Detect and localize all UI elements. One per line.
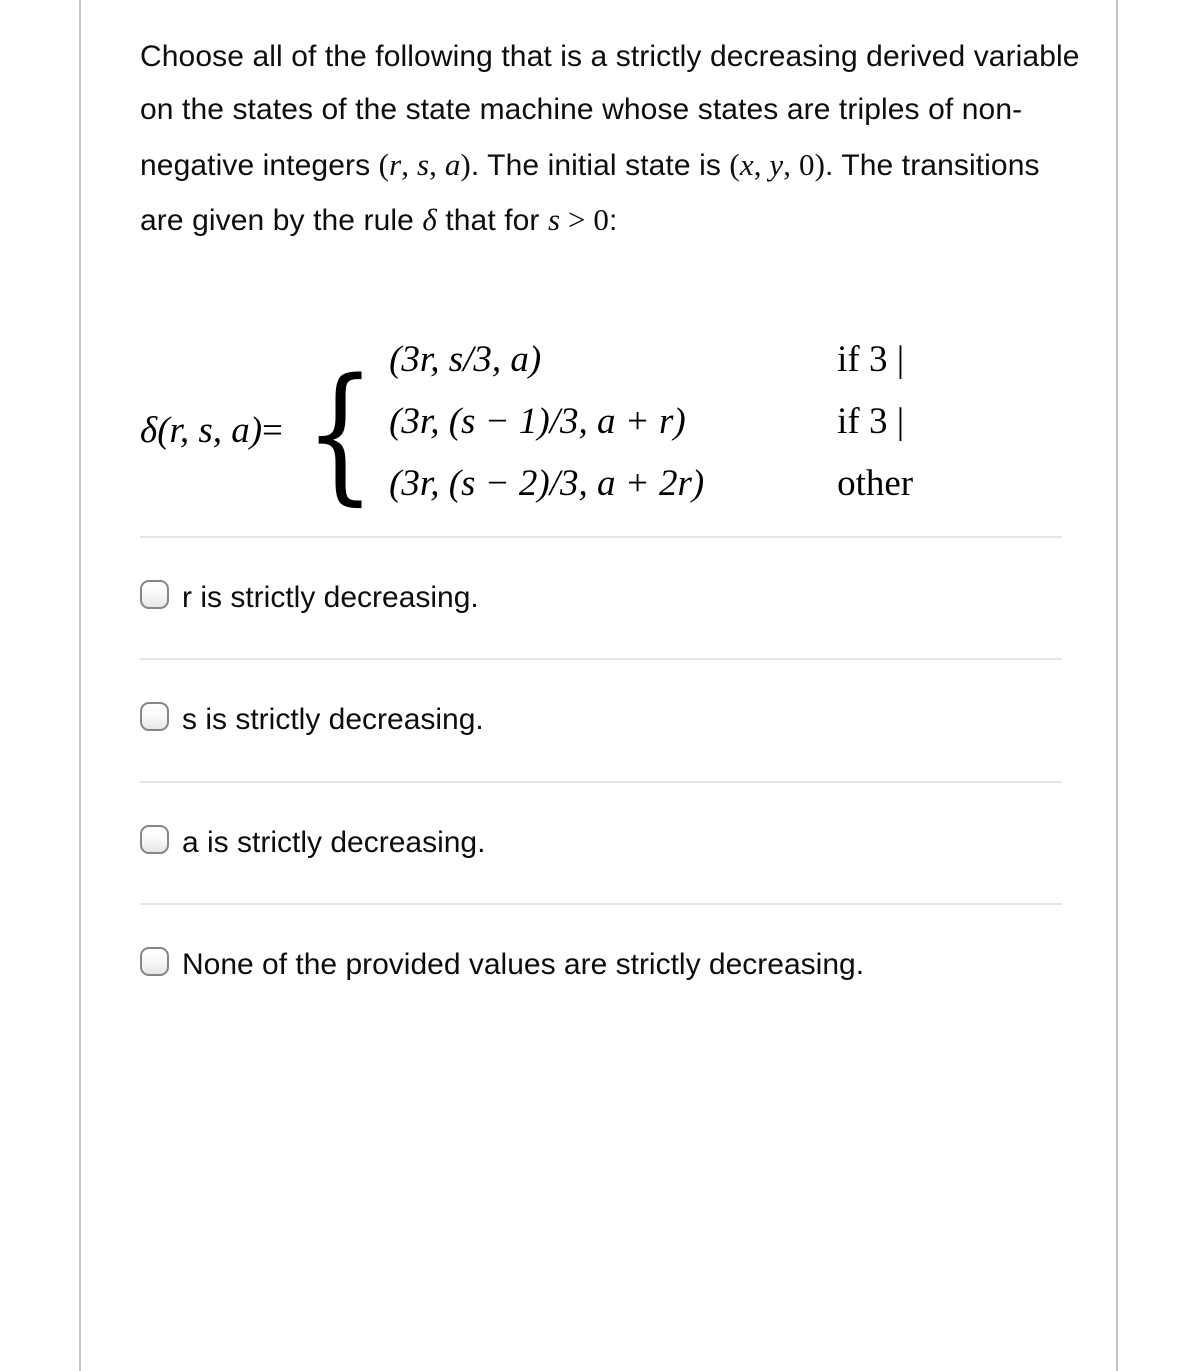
stem-comma-2: , xyxy=(429,146,445,182)
formula-case-condition: other xyxy=(837,462,914,504)
formula-case-row: (3r, (s − 1)/3, a + r) if 3 | xyxy=(389,400,913,462)
formula-case-row: (3r, s/3, a) if 3 | xyxy=(389,338,913,400)
stem-paren-close-1: ) xyxy=(460,146,471,182)
stem-comma-3: , xyxy=(753,146,770,182)
formula-delta-expression: δ(r, s, a) xyxy=(140,410,263,452)
formula-case-condition: if 3 | xyxy=(837,400,905,442)
stem-paren-open-2: ( xyxy=(729,146,740,182)
formula-cases: (3r, s/3, a) if 3 | (3r, (s − 1)/3, a + … xyxy=(389,338,913,524)
stem-text-part-4: that for xyxy=(436,204,548,238)
option-label-none: None of the provided values are strictly… xyxy=(182,948,865,982)
radio-button-icon[interactable] xyxy=(140,579,169,609)
radio-button-icon[interactable] xyxy=(140,824,169,854)
option-row-none[interactable]: None of the provided values are strictly… xyxy=(140,905,1100,1026)
option-label-s: s is strictly decreasing. xyxy=(182,703,484,737)
stem-num-zero-1: 0 xyxy=(798,146,815,182)
question-content: Choose all of the following that is a st… xyxy=(140,0,1100,1026)
stem-text-part-2: . The initial state is xyxy=(470,148,730,182)
option-label-a: a is strictly decreasing. xyxy=(182,825,486,859)
answer-options-list: r is strictly decreasing. s is strictly … xyxy=(140,535,1100,1026)
formula-case-expression: (3r, (s − 2)/3, a + 2r) xyxy=(389,462,705,504)
formula-case-row: (3r, (s − 2)/3, a + 2r) other xyxy=(389,462,913,524)
radio-button-icon[interactable] xyxy=(140,947,169,977)
stem-greater-than: > xyxy=(560,202,594,238)
stem-var-delta: δ xyxy=(422,202,437,238)
radio-button-icon[interactable] xyxy=(140,702,169,732)
stem-colon: : xyxy=(609,204,618,238)
stem-var-x: x xyxy=(739,146,754,182)
formula-case-condition: if 3 | xyxy=(837,338,905,380)
question-stem: Choose all of the following that is a st… xyxy=(140,0,1090,248)
transition-rule-formula: δ(r, s, a)= { (3r, s/3, a) if 3 | (3r, (… xyxy=(140,326,1100,536)
formula-left-hand-side: δ(r, s, a)= xyxy=(140,409,287,452)
formula-case-expression: (3r, (s − 1)/3, a + r) xyxy=(389,400,686,442)
stem-var-s: s xyxy=(416,146,430,182)
stem-comma-4: , xyxy=(783,146,799,182)
formula-case-expression: (3r, s/3, a) xyxy=(389,338,542,380)
stem-var-s-2: s xyxy=(547,202,561,238)
stem-var-a: a xyxy=(444,146,461,182)
stem-paren-close-2: ) xyxy=(814,146,825,182)
stem-var-r: r xyxy=(389,146,402,182)
stem-var-y: y xyxy=(769,146,784,182)
formula-equals-sign: = xyxy=(262,410,283,452)
option-row-r[interactable]: r is strictly decreasing. xyxy=(140,538,1100,659)
stem-comma-1: , xyxy=(401,146,417,182)
option-label-r: r is strictly decreasing. xyxy=(182,580,479,614)
option-row-a[interactable]: a is strictly decreasing. xyxy=(140,783,1100,904)
option-row-s[interactable]: s is strictly decreasing. xyxy=(140,660,1100,781)
stem-paren-open-1: ( xyxy=(378,146,390,182)
stem-num-zero-2: 0 xyxy=(593,202,610,238)
